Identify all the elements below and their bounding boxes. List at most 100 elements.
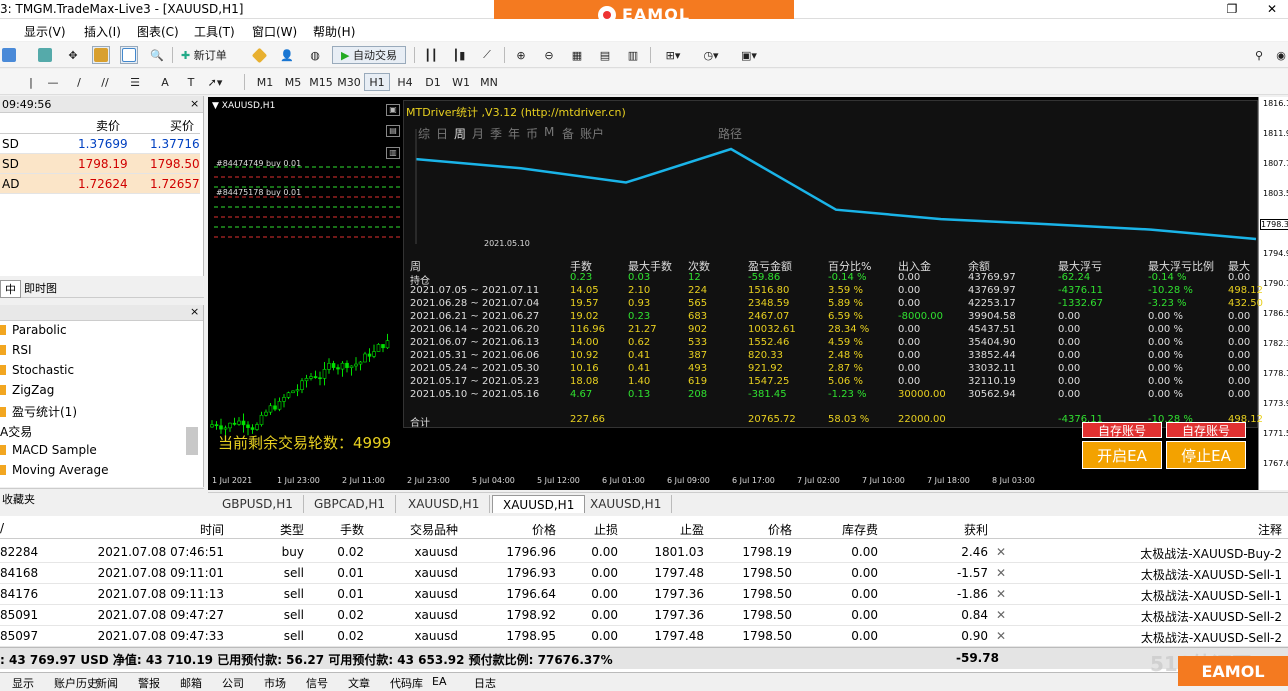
navigator-item[interactable]: 盈亏统计(1)	[0, 403, 77, 423]
save-account-button[interactable]: 自存账号	[1082, 422, 1162, 438]
navigator-item[interactable]: ZigZag	[0, 383, 54, 403]
terminal-tab[interactable]: 文章	[348, 675, 370, 691]
channel-icon[interactable]: //	[96, 73, 114, 91]
chart-button-3[interactable]: ▥	[386, 147, 400, 159]
chart-tab[interactable]: XAUUSD,H1	[492, 495, 585, 513]
chart-button-2[interactable]: ▤	[386, 125, 400, 137]
timeframe-m30[interactable]: M30	[336, 73, 362, 91]
trade-column-header[interactable]: 价格	[532, 521, 556, 538]
terminal-tab[interactable]: 账户历史	[54, 675, 98, 691]
line-chart-icon[interactable]: ⟋	[478, 46, 496, 64]
terminal-tab[interactable]: 警报	[138, 675, 160, 691]
tab-tick-chart[interactable]: 即时图	[24, 280, 57, 296]
stop-ea-button[interactable]: 停止EA	[1166, 441, 1246, 469]
restore-icon[interactable]: ❐	[1222, 2, 1242, 16]
zoom-out-icon[interactable]: ⊖	[540, 46, 558, 64]
terminal-toggle[interactable]	[120, 46, 138, 64]
quote-row[interactable]: SD1.376991.37716	[0, 134, 200, 154]
trade-column-header[interactable]: 止损	[594, 521, 618, 538]
navigator-toggle[interactable]	[92, 46, 110, 64]
crosshair-icon[interactable]: ✥	[64, 46, 82, 64]
menu-window[interactable]: 窗口(W)	[252, 23, 297, 40]
close-icon[interactable]: ✕	[1262, 2, 1282, 16]
navigator-item[interactable]: Parabolic	[0, 323, 67, 343]
quote-row[interactable]: AD1.726241.72657	[0, 174, 200, 194]
tester-toggle[interactable]: 🔍	[148, 46, 166, 64]
autoscroll-icon[interactable]: ▤	[596, 46, 614, 64]
trade-column-header[interactable]: 获利	[964, 521, 988, 538]
trade-column-header[interactable]: 注释	[1258, 521, 1282, 538]
profiles-button[interactable]	[36, 46, 54, 64]
quote-row[interactable]: SD1798.191798.50	[0, 154, 200, 174]
new-order-button[interactable]: ✚ 新订单	[180, 46, 228, 64]
trade-row[interactable]: 850972021.07.08 09:47:33sell0.02xauusd17…	[0, 626, 1288, 647]
fibo-icon[interactable]: ☰	[126, 73, 144, 91]
trendline-icon[interactable]: /	[70, 73, 88, 91]
navigator-item[interactable]: Stochastic	[0, 363, 74, 383]
terminal-tab[interactable]: 市场	[264, 675, 286, 691]
menu-help[interactable]: 帮助(H)	[313, 23, 355, 40]
close-order-icon[interactable]: ✕	[996, 566, 1006, 580]
timeframe-mn[interactable]: MN	[476, 73, 502, 91]
trade-column-header[interactable]: 价格	[768, 521, 792, 538]
trade-column-header[interactable]: 交易品种	[410, 521, 458, 538]
timeframe-w1[interactable]: W1	[448, 73, 474, 91]
bar-chart-icon[interactable]: ┃┃	[422, 46, 440, 64]
scrollbar-thumb[interactable]	[186, 427, 198, 455]
terminal-tab[interactable]: EA	[432, 675, 446, 688]
terminal-tab[interactable]: 日志	[474, 675, 496, 691]
trade-row[interactable]: 841682021.07.08 09:11:01sell0.01xauusd17…	[0, 563, 1288, 584]
timeframe-d1[interactable]: D1	[420, 73, 446, 91]
menu-view[interactable]: 显示(V)	[24, 23, 66, 40]
trade-column-header[interactable]: /	[0, 521, 4, 535]
close-icon[interactable]: ×	[190, 97, 199, 110]
navigator-item[interactable]: MACD Sample	[0, 443, 97, 463]
chart-tab[interactable]: XAUUSD,H1	[580, 495, 672, 513]
close-order-icon[interactable]: ✕	[996, 629, 1006, 643]
periods-icon[interactable]: ◷▾	[702, 46, 720, 64]
globe-icon[interactable]: ◍	[306, 46, 324, 64]
horizontal-line-icon[interactable]: —	[44, 73, 62, 91]
start-ea-button[interactable]: 开启EA	[1082, 441, 1162, 469]
tab-symbols[interactable]: 中	[0, 280, 21, 298]
zoom-in-icon[interactable]: ⊕	[512, 46, 530, 64]
trade-column-header[interactable]: 时间	[200, 521, 224, 538]
navigator-item[interactable]: RSI	[0, 343, 32, 363]
terminal-tab[interactable]: 邮箱	[180, 675, 202, 691]
navigator-item[interactable]: A交易	[0, 423, 32, 443]
chart-shift-icon[interactable]: ▥	[624, 46, 642, 64]
terminal-tab[interactable]: 公司	[222, 675, 244, 691]
menu-insert[interactable]: 插入(I)	[84, 23, 121, 40]
text-icon[interactable]: A	[156, 73, 174, 91]
terminal-tab[interactable]: 显示	[12, 675, 34, 691]
timeframe-m1[interactable]: M1	[252, 73, 278, 91]
trade-row[interactable]: 822842021.07.08 07:46:51buy0.02xauusd179…	[0, 542, 1288, 563]
search-icon[interactable]: ⚲	[1250, 46, 1268, 64]
trade-row[interactable]: 850912021.07.08 09:47:27sell0.02xauusd17…	[0, 605, 1288, 626]
terminal-tab[interactable]: 代码库	[390, 675, 423, 691]
templates-icon[interactable]: ▣▾	[740, 46, 758, 64]
chart-button-1[interactable]: ▣	[386, 104, 400, 116]
tab-favorites[interactable]: 收藏夹	[2, 491, 35, 507]
new-chart-button[interactable]	[0, 46, 18, 64]
close-icon[interactable]: ×	[190, 305, 199, 318]
tile-windows-icon[interactable]: ▦	[568, 46, 586, 64]
trade-column-header[interactable]: 止盈	[680, 521, 704, 538]
chart-tab[interactable]: GBPUSD,H1	[212, 495, 304, 513]
close-order-icon[interactable]: ✕	[996, 587, 1006, 601]
chart-tab[interactable]: GBPCAD,H1	[304, 495, 396, 513]
trade-column-header[interactable]: 库存费	[842, 521, 878, 538]
menu-chart[interactable]: 图表(C)	[137, 23, 179, 40]
menu-tools[interactable]: 工具(T)	[194, 23, 235, 40]
arrows-icon[interactable]: ➚▾	[206, 73, 224, 91]
cursor-icon[interactable]: |	[22, 73, 40, 91]
close-order-icon[interactable]: ✕	[996, 545, 1006, 559]
timeframe-h1[interactable]: H1	[364, 73, 390, 91]
chart-tab[interactable]: XAUUSD,H1	[398, 495, 490, 513]
trade-column-header[interactable]: 类型	[280, 521, 304, 538]
candlestick-icon[interactable]: ┃▮	[450, 46, 468, 64]
terminal-tab[interactable]: 信号	[306, 675, 328, 691]
timeframe-m15[interactable]: M15	[308, 73, 334, 91]
indicators-icon[interactable]: ⊞▾	[664, 46, 682, 64]
account-icon[interactable]: 👤	[278, 46, 296, 64]
